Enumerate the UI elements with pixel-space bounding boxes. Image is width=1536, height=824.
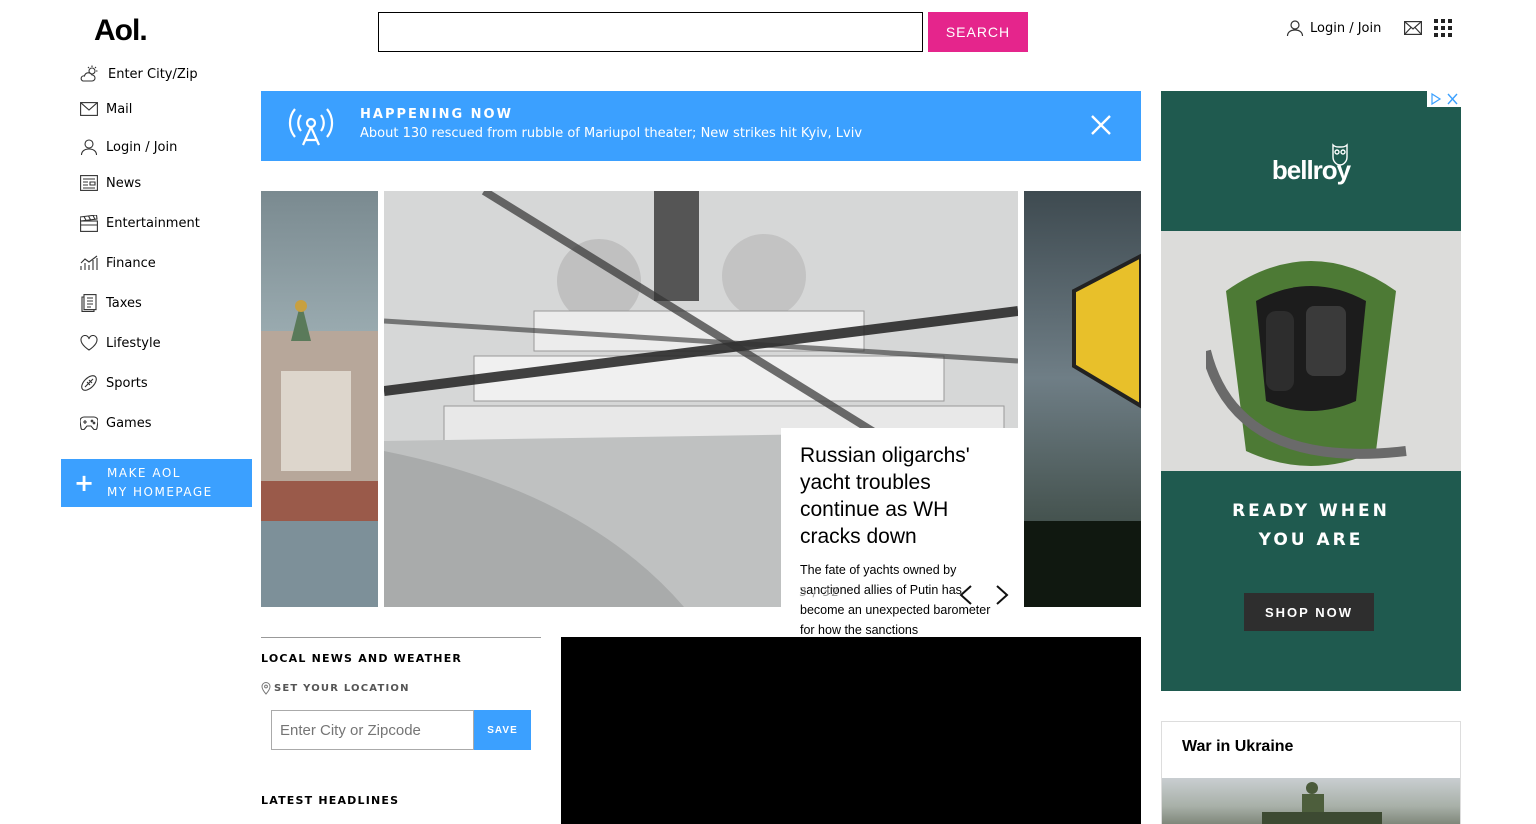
search-button[interactable]: SEARCH bbox=[928, 12, 1028, 52]
soldier-image bbox=[1262, 782, 1382, 824]
ad-tagline-line1: READY WHEN bbox=[1232, 501, 1390, 521]
chart-icon bbox=[80, 255, 98, 270]
make-homepage-button[interactable]: + MAKE AOL MY HOMEPAGE bbox=[61, 459, 252, 507]
ad-tagline: READY WHEN YOU ARE bbox=[1161, 497, 1461, 555]
sidebar-item-mail[interactable]: Mail bbox=[80, 99, 132, 119]
road-sign-image bbox=[1024, 253, 1141, 607]
sidebar-item-entertainment[interactable]: Entertainment bbox=[80, 213, 200, 233]
ad-brand-logo: bellroy bbox=[1271, 155, 1351, 185]
aol-logo[interactable]: Aol. bbox=[94, 14, 148, 48]
local-news-divider bbox=[261, 637, 541, 638]
carousel-next-slide[interactable] bbox=[1024, 191, 1141, 607]
war-panel-image[interactable] bbox=[1162, 778, 1460, 824]
carousel-counter: 3 / 32 bbox=[799, 585, 840, 599]
header-login-link[interactable]: Login / Join bbox=[1286, 18, 1381, 38]
broadcast-icon bbox=[288, 108, 334, 146]
homepage-line1: MAKE AOL bbox=[107, 466, 181, 480]
chevron-left-icon[interactable] bbox=[957, 584, 975, 606]
chevron-right-icon[interactable] bbox=[993, 584, 1011, 606]
save-location-button[interactable]: SAVE bbox=[474, 710, 531, 750]
close-icon bbox=[1447, 93, 1458, 105]
sidebar-item-weather[interactable]: Enter City/Zip bbox=[80, 64, 198, 84]
heart-icon bbox=[80, 335, 98, 351]
close-icon[interactable] bbox=[1089, 113, 1113, 137]
happening-now-label: HAPPENING NOW bbox=[360, 107, 513, 122]
carousel-story-card[interactable]: Russian oligarchs' yacht troubles contin… bbox=[781, 428, 1022, 637]
header-login-label: Login / Join bbox=[1310, 20, 1382, 36]
video-player[interactable] bbox=[561, 637, 1141, 824]
sidebar-item-games[interactable]: Games bbox=[80, 413, 151, 433]
sidebar-item-label: Sports bbox=[106, 375, 148, 391]
mail-icon bbox=[80, 102, 98, 116]
user-icon bbox=[1286, 20, 1304, 37]
adchoices-icon bbox=[1431, 92, 1442, 106]
set-location-link[interactable]: SET YOUR LOCATION bbox=[261, 682, 410, 695]
news-icon bbox=[80, 175, 98, 191]
happening-now-headline[interactable]: About 130 rescued from rubble of Mariupo… bbox=[360, 126, 862, 141]
sidebar-item-label: Enter City/Zip bbox=[108, 66, 198, 82]
mail-icon bbox=[1404, 21, 1422, 36]
sidebar-item-label: Finance bbox=[106, 255, 156, 271]
plus-icon: + bbox=[73, 469, 95, 497]
messenger-bag-image bbox=[1206, 261, 1407, 466]
clapper-icon bbox=[80, 214, 98, 232]
sidebar-item-label: Mail bbox=[106, 101, 133, 117]
gamepad-icon bbox=[80, 416, 98, 430]
location-pin-icon bbox=[261, 682, 271, 695]
sidebar-item-login[interactable]: Login / Join bbox=[80, 137, 177, 157]
carousel-prev-slide[interactable] bbox=[261, 191, 378, 607]
homepage-line2: MY HOMEPAGE bbox=[107, 485, 213, 499]
football-icon bbox=[81, 375, 97, 391]
kremlin-image bbox=[261, 300, 378, 607]
carousel-story-title[interactable]: Russian oligarchs' yacht troubles contin… bbox=[800, 442, 1005, 550]
ad-choices[interactable] bbox=[1427, 91, 1461, 107]
sidebar-item-label: Lifestyle bbox=[106, 335, 161, 351]
document-icon bbox=[81, 294, 97, 312]
grid-icon[interactable] bbox=[1434, 19, 1452, 37]
sidebar-item-label: Login / Join bbox=[106, 139, 178, 155]
war-in-ukraine-panel[interactable]: War in Ukraine bbox=[1161, 721, 1461, 824]
sidebar-item-finance[interactable]: Finance bbox=[80, 253, 156, 273]
set-location-label: SET YOUR LOCATION bbox=[274, 683, 410, 694]
war-panel-title[interactable]: War in Ukraine bbox=[1182, 738, 1293, 756]
header-mail-button[interactable] bbox=[1404, 20, 1422, 39]
shop-now-button[interactable]: SHOP NOW bbox=[1244, 593, 1374, 631]
sidebar-item-label: Taxes bbox=[106, 295, 142, 311]
local-news-heading: LOCAL NEWS AND WEATHER bbox=[261, 652, 463, 665]
happening-now-banner[interactable]: HAPPENING NOW About 130 rescued from rub… bbox=[261, 91, 1141, 161]
sidebar-item-label: News bbox=[106, 175, 142, 191]
sidebar-item-lifestyle[interactable]: Lifestyle bbox=[80, 333, 161, 353]
sidebar-item-taxes[interactable]: Taxes bbox=[80, 293, 142, 313]
weather-icon bbox=[80, 65, 98, 82]
latest-headlines-heading: LATEST HEADLINES bbox=[261, 794, 400, 807]
ad-tagline-line2: YOU ARE bbox=[1258, 530, 1364, 550]
sidebar-item-label: Games bbox=[106, 415, 152, 431]
search-input[interactable] bbox=[378, 12, 923, 52]
user-icon bbox=[80, 139, 98, 156]
advertisement[interactable]: bellroy READY WHEN YOU ARE SHOP NOW bbox=[1161, 91, 1461, 691]
zipcode-input[interactable] bbox=[271, 710, 474, 750]
sidebar-item-news[interactable]: News bbox=[80, 173, 141, 193]
sidebar-item-label: Entertainment bbox=[106, 215, 200, 231]
sidebar-item-sports[interactable]: Sports bbox=[80, 373, 148, 393]
